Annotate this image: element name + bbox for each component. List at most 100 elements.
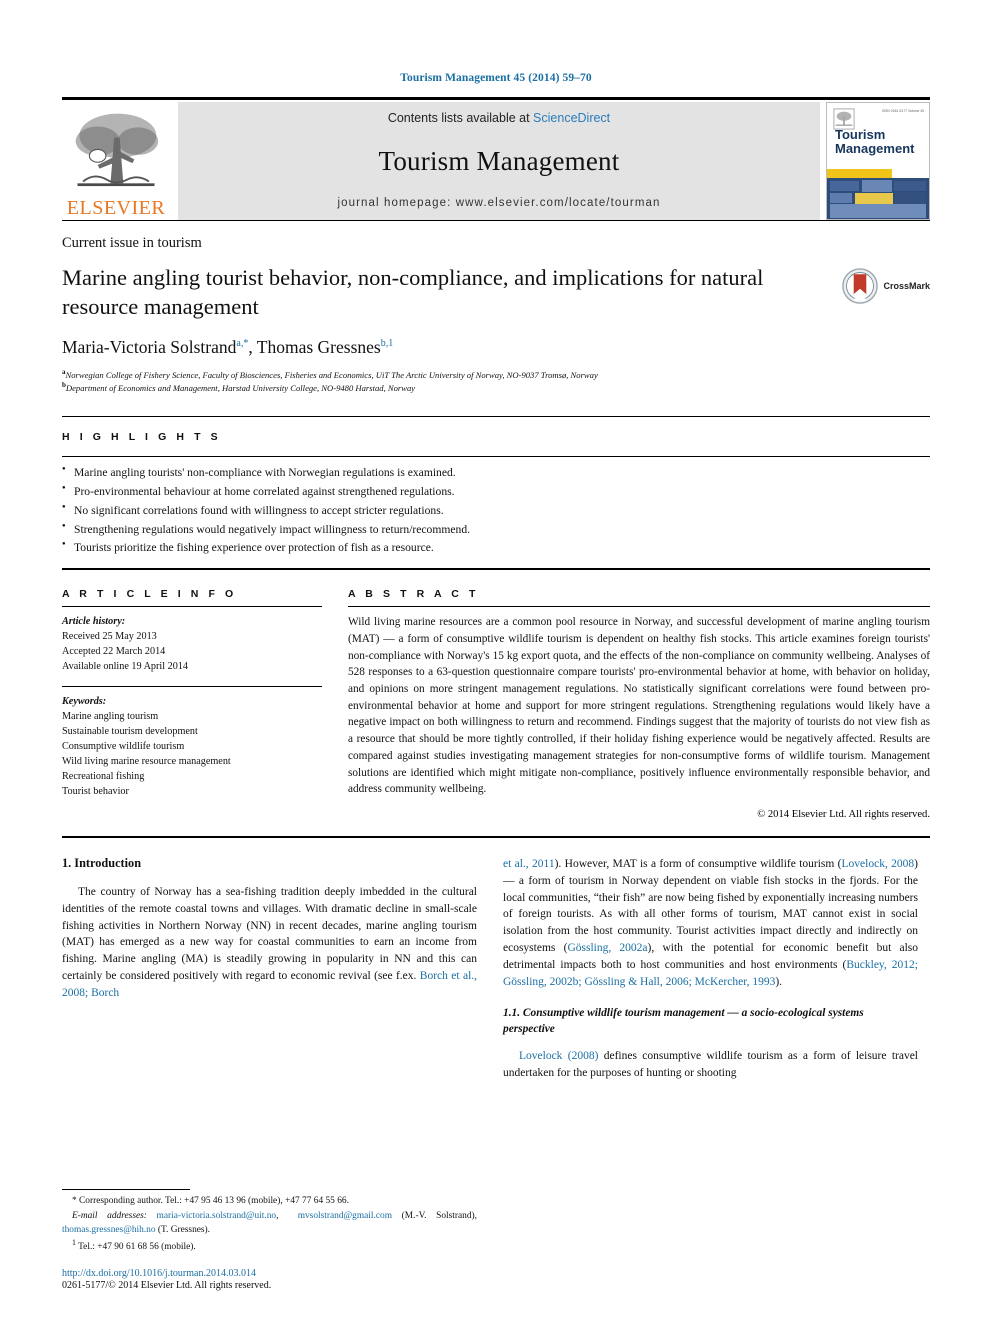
body-column-left: 1. Introduction The country of Norway ha… — [62, 856, 477, 1091]
abstract-text: Wild living marine resources are a commo… — [348, 616, 930, 796]
article-info-column: A R T I C L E I N F O Article history: R… — [62, 588, 340, 820]
abstract-copyright: © 2014 Elsevier Ltd. All rights reserved… — [757, 809, 930, 821]
doi-link[interactable]: http://dx.doi.org/10.1016/j.tourman.2014… — [62, 1268, 477, 1279]
highlights-bottom-rule — [62, 568, 930, 571]
crossmark-icon — [842, 268, 879, 304]
masthead-center: Contents lists available at ScienceDirec… — [178, 102, 820, 220]
keywords-block: Keywords: Marine angling tourism Sustain… — [62, 694, 322, 800]
citation-lovelock[interactable]: Lovelock, 2008 — [842, 858, 915, 870]
author-1-marks: a,* — [236, 338, 249, 350]
author-1: Maria-Victoria Solstranda,* — [62, 337, 249, 358]
title-row: Marine angling tourist behavior, non-com… — [62, 264, 930, 321]
cover-journal-name: Tourism Management — [835, 127, 925, 157]
article-section-label: Current issue in tourism — [62, 235, 202, 251]
citation-borch-cont[interactable]: et al., 2011 — [503, 858, 555, 870]
affiliation-a: aNorwegian College of Fishery Science, F… — [62, 368, 930, 381]
paper-page: Tourism Management 45 (2014) 59–70 ELSEV… — [0, 0, 992, 1323]
running-head: Tourism Management 45 (2014) 59–70 — [400, 72, 592, 84]
email-addresses-line: E-mail addresses: maria-victoria.solstra… — [62, 1210, 477, 1235]
list-item: Tourists prioritize the fishing experien… — [62, 539, 930, 558]
list-item: Pro-environmental behaviour at home corr… — [62, 483, 930, 502]
history-item: Accepted 22 March 2014 — [62, 646, 166, 658]
elsevier-wordmark: ELSEVIER — [66, 197, 166, 219]
article-history-label: Article history: — [62, 616, 126, 628]
article-info-heading: A R T I C L E I N F O — [62, 588, 237, 601]
author-2-marks: b,1 — [380, 338, 394, 350]
cover-corner-code: ISSN 0261-5177 Volume 45 — [881, 109, 924, 113]
contents-prefix: Contents lists available at — [387, 111, 534, 125]
section-heading-introduction: 1. Introduction — [62, 856, 142, 871]
article-history: Article history: Received 25 May 2013 Ac… — [62, 614, 322, 674]
highlights-block: H I G H L I G H T S Marine angling touri… — [62, 416, 930, 571]
email-owner-1: (M.-V. Solstrand), — [401, 1210, 477, 1221]
abstract-column: A B S T R A C T Wild living marine resou… — [340, 588, 930, 820]
intro-paragraph-part-2: et al., 2011). However, MAT is a form of… — [503, 856, 918, 990]
body-column-right: et al., 2011). However, MAT is a form of… — [503, 856, 918, 1091]
crossmark-badge[interactable]: CrossMark — [842, 268, 930, 304]
masthead-bottom-rule — [62, 220, 930, 221]
article-info-rule — [62, 606, 322, 608]
highlights-list: Marine angling tourists' non-compliance … — [62, 457, 930, 568]
affiliation-b-text: Department of Economics and Management, … — [65, 383, 416, 394]
email-owner-3: (T. Gressnes). — [157, 1224, 211, 1235]
issn-copyright-line: 0261-5177/© 2014 Elsevier Ltd. All right… — [62, 1280, 272, 1291]
email-label: E-mail addresses: — [72, 1210, 147, 1221]
cover-line-2: Management — [835, 141, 915, 157]
history-item: Available online 19 April 2014 — [62, 661, 188, 673]
abstract-heading: A B S T R A C T — [348, 588, 479, 601]
author-2: Thomas Gressnesb,1 — [256, 337, 394, 358]
keyword-item: Tourist behavior — [62, 786, 129, 798]
body-columns: 1. Introduction The country of Norway ha… — [62, 856, 930, 1091]
highlights-top-rule — [62, 416, 930, 418]
masthead-top-rule — [62, 97, 930, 100]
corresponding-author-note: * Corresponding author. Tel.: +47 95 46 … — [62, 1194, 477, 1254]
crossmark-label: CrossMark — [883, 281, 930, 291]
body-top-rule — [62, 836, 930, 839]
keywords-label: Keywords: — [62, 695, 107, 707]
keywords-rule — [62, 685, 322, 687]
highlights-heading: H I G H L I G H T S — [62, 431, 222, 444]
sciencedirect-link[interactable]: ScienceDirect — [533, 111, 610, 125]
citation-lovelock-2008[interactable]: Lovelock (2008) — [519, 1050, 598, 1062]
corresponding-author-text: * Corresponding author. Tel.: +47 95 46 … — [72, 1196, 349, 1207]
keyword-item: Marine angling tourism — [62, 710, 159, 722]
list-item: Strengthening regulations would negative… — [62, 521, 930, 540]
abstract-rule — [348, 606, 930, 608]
affiliation-a-text: Norwegian College of Fishery Science, Fa… — [65, 369, 598, 380]
cover-line-1: Tourism — [835, 127, 886, 142]
journal-cover-thumbnail: ISSN 0261-5177 Volume 45 Tourism Managem… — [826, 102, 930, 220]
journal-masthead: ELSEVIER Contents lists available at Sci… — [62, 102, 930, 220]
intro-paragraph-part-1: The country of Norway has a sea-fishing … — [62, 884, 477, 1001]
intro-text-5: ). — [775, 975, 783, 988]
intro-text-2: ). However, MAT is a form of consumptive… — [554, 858, 842, 871]
keyword-item: Sustainable tourism development — [62, 725, 198, 737]
keyword-item: Recreational fishing — [62, 771, 145, 782]
email-link-3[interactable]: thomas.gressnes@hih.no — [62, 1225, 156, 1235]
affiliation-b: bDepartment of Economics and Management,… — [62, 381, 930, 394]
intro-text-1: The country of Norway has a sea-fishing … — [62, 886, 477, 982]
history-item: Received 25 May 2013 — [62, 631, 157, 643]
cover-accent-band — [827, 169, 893, 179]
contents-line: Contents lists available at ScienceDirec… — [388, 111, 610, 125]
page-title: Marine angling tourist behavior, non-com… — [62, 265, 764, 319]
author-list: Maria-Victoria Solstranda,*, Thomas Gres… — [62, 337, 394, 358]
email-link-1[interactable]: maria-victoria.solstrand@uit.no — [157, 1211, 277, 1221]
elsevier-logo: ELSEVIER — [62, 102, 170, 220]
keyword-item: Consumptive wildlife tourism — [62, 740, 185, 752]
subsection-paragraph-1: Lovelock (2008) defines consumptive wild… — [503, 1048, 918, 1082]
journal-homepage[interactable]: journal homepage: www.elsevier.com/locat… — [337, 197, 660, 209]
info-abstract-row: A R T I C L E I N F O Article history: R… — [62, 588, 930, 820]
list-item: Marine angling tourists' non-compliance … — [62, 464, 930, 483]
tel-note-line: 1 Tel.: +47 90 61 68 56 (mobile). — [62, 1237, 477, 1254]
tel-note-mark: 1 — [72, 1237, 76, 1247]
elsevier-tree-icon — [75, 113, 159, 187]
subsection-heading-1-1: 1.1. Consumptive wildlife tourism manage… — [503, 1007, 864, 1035]
footnote-block: * Corresponding author. Tel.: +47 95 46 … — [62, 1189, 477, 1291]
keyword-item: Wild living marine resource management — [62, 755, 231, 767]
cover-photo-collage — [827, 178, 929, 219]
journal-title: Tourism Management — [378, 145, 620, 176]
email-link-2[interactable]: mvsolstrand@gmail.com — [298, 1211, 392, 1221]
footnote-rule — [62, 1189, 190, 1191]
intro-text-3: ) — a form of tourism in Norway dependen… — [503, 858, 918, 954]
citation-gossling[interactable]: Gössling, 2002a — [567, 942, 647, 954]
